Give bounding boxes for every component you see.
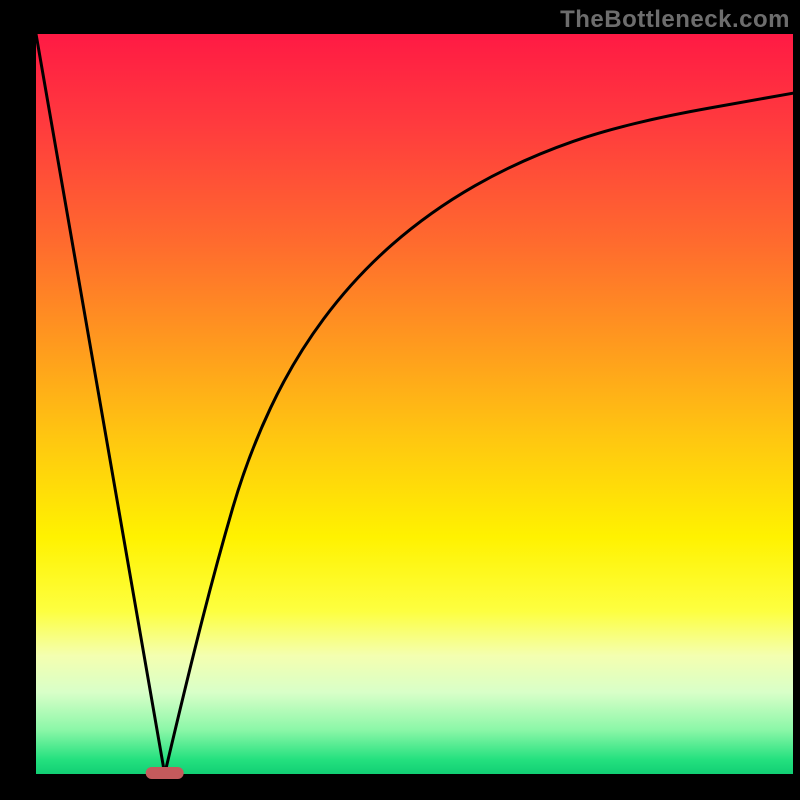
chart-svg (0, 0, 800, 800)
curve-layer (36, 34, 793, 774)
marker-layer (146, 767, 184, 779)
min-marker (146, 767, 184, 779)
curve-left-branch (36, 34, 165, 774)
curve-right-branch (165, 93, 793, 774)
chart-frame: TheBottleneck.com (0, 0, 800, 800)
